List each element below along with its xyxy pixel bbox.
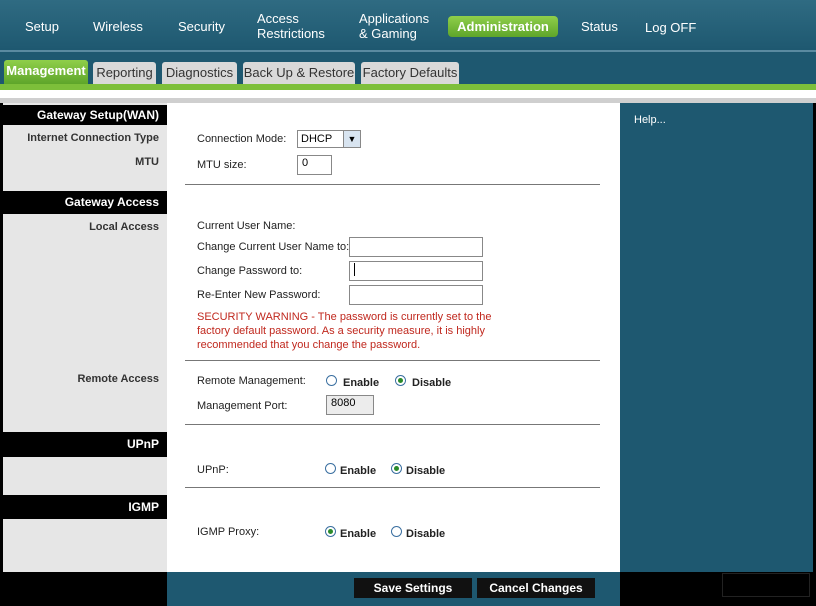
nav-log-off[interactable]: Log OFF (645, 20, 696, 35)
new-password-input[interactable] (349, 261, 483, 281)
divider (0, 90, 816, 98)
upnp-enable-radio[interactable] (325, 463, 336, 474)
section-upnp: UPnP (3, 432, 167, 457)
remote-enable-radio[interactable] (326, 375, 337, 386)
section-gateway-setup: Gateway Setup(WAN) (3, 105, 167, 125)
management-port-input[interactable]: 8080 (326, 395, 374, 415)
connection-mode-value: DHCP (301, 133, 333, 145)
upnp-disable-radio[interactable] (391, 463, 402, 474)
label-local-access: Local Access (89, 221, 159, 233)
confirm-password-input[interactable] (349, 285, 483, 305)
current-user-name-label: Current User Name: (197, 220, 296, 232)
divider (185, 424, 600, 425)
label-remote-access: Remote Access (77, 373, 159, 385)
label-mtu: MTU (135, 156, 159, 168)
change-password-label: Change Password to: (197, 265, 303, 277)
new-user-name-input[interactable] (349, 237, 483, 257)
chevron-down-icon[interactable]: ▼ (343, 131, 360, 147)
footer-box (722, 573, 810, 597)
section-labels-column: Gateway Setup(WAN) Internet Connection T… (3, 103, 167, 572)
tab-diagnostics[interactable]: Diagnostics (162, 62, 237, 84)
nav-applications-gaming[interactable]: Applications & Gaming (359, 11, 429, 41)
top-navigation: Setup Wireless Security Access Restricti… (0, 0, 816, 52)
tab-reporting[interactable]: Reporting (93, 62, 156, 84)
nav-security[interactable]: Security (178, 19, 225, 34)
divider (185, 360, 600, 361)
igmp-proxy-label: IGMP Proxy: (197, 526, 260, 538)
tab-management[interactable]: Management (4, 60, 88, 84)
igmp-disable-label: Disable (406, 528, 446, 540)
change-user-name-label: Change Current User Name to: (197, 241, 350, 253)
tab-factory-defaults[interactable]: Factory Defaults (361, 62, 459, 84)
nav-administration[interactable]: Administration (448, 16, 558, 37)
remote-disable-radio[interactable] (395, 375, 406, 386)
section-igmp: IGMP (3, 495, 167, 519)
tab-backup-restore[interactable]: Back Up & Restore (243, 62, 355, 84)
help-panel: Help... (620, 103, 813, 572)
action-bar: Save Settings Cancel Changes (167, 572, 620, 606)
mtu-size-input[interactable]: 0 (297, 155, 332, 175)
save-settings-button[interactable]: Save Settings (354, 578, 472, 598)
help-link[interactable]: Help... (634, 114, 666, 126)
remote-disable-label: Disable (412, 377, 452, 389)
nav-setup[interactable]: Setup (25, 19, 59, 34)
sub-tab-row: Management Reporting Diagnostics Back Up… (0, 52, 816, 88)
mtu-size-label: MTU size: (197, 159, 247, 171)
connection-mode-select[interactable]: DHCP ▼ (297, 130, 361, 148)
nav-status[interactable]: Status (581, 19, 618, 34)
igmp-enable-label: Enable (340, 528, 377, 540)
upnp-label: UPnP: (197, 464, 229, 476)
security-warning: SECURITY WARNING - The password is curre… (197, 311, 492, 351)
divider (185, 487, 600, 488)
nav-access-restrictions[interactable]: Access Restrictions (257, 11, 325, 41)
remote-enable-label: Enable (343, 377, 380, 389)
section-gateway-access: Gateway Access (3, 191, 167, 214)
igmp-disable-radio[interactable] (391, 526, 402, 537)
label-internet-connection-type: Internet Connection Type (27, 132, 159, 144)
igmp-enable-radio[interactable] (325, 526, 336, 537)
remote-management-label: Remote Management: (197, 375, 306, 387)
management-port-label: Management Port: (197, 400, 288, 412)
connection-mode-label: Connection Mode: (197, 133, 287, 145)
nav-wireless[interactable]: Wireless (93, 19, 143, 34)
reenter-password-label: Re-Enter New Password: (197, 289, 321, 301)
divider (185, 184, 600, 185)
upnp-disable-label: Disable (406, 465, 446, 477)
cancel-changes-button[interactable]: Cancel Changes (477, 578, 595, 598)
upnp-enable-label: Enable (340, 465, 377, 477)
text-cursor (354, 263, 355, 276)
form-panel: Connection Mode: DHCP ▼ MTU size: 0 Curr… (167, 103, 620, 572)
